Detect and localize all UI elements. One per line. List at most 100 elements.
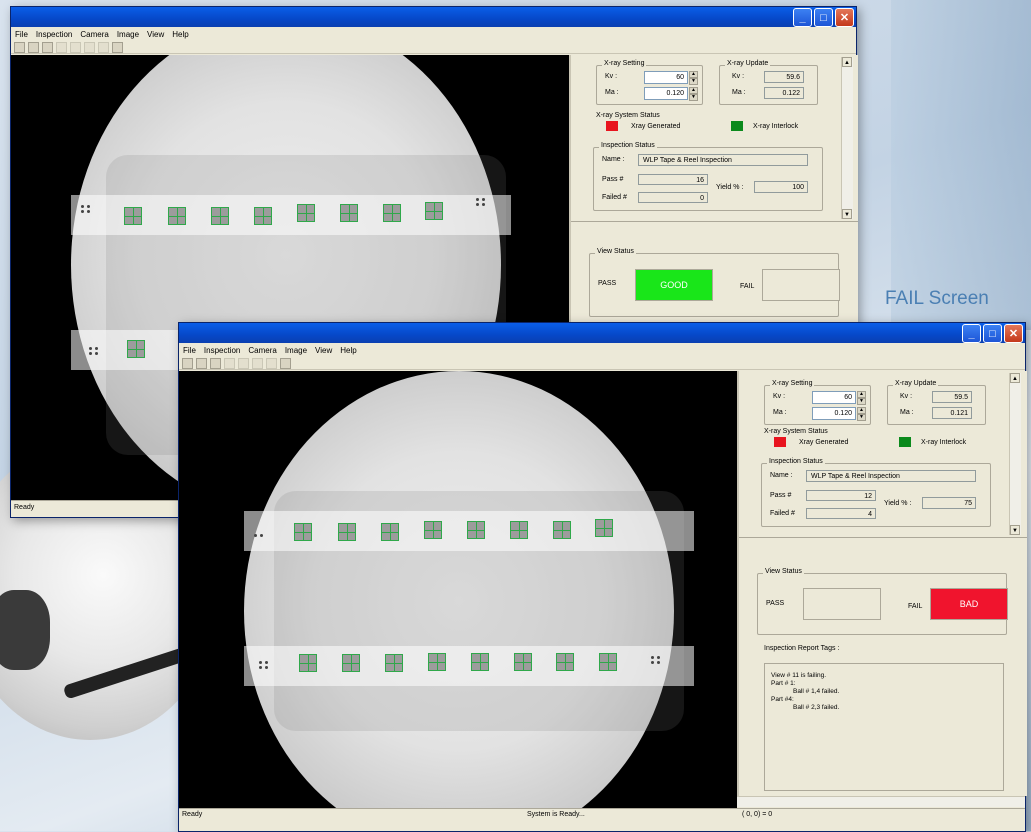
panel-horizontal-scrollbar[interactable]	[737, 796, 1025, 807]
xray-update-group: X-ray Update Kv : 59.6 Ma : 0.122	[719, 60, 818, 105]
inspection-status-group: Inspection Status Name : WLP Tape & Reel…	[593, 142, 823, 211]
sprocket-holes	[651, 656, 661, 664]
scroll-down-icon[interactable]: ▼	[842, 209, 852, 219]
sprocket-holes	[81, 205, 91, 213]
part-chip	[381, 523, 399, 541]
menu-inspection[interactable]: Inspection	[36, 30, 72, 39]
kv-label: Kv :	[900, 393, 913, 400]
panel-scrollbar[interactable]: ▲ ▼	[841, 57, 853, 219]
xray-image-view[interactable]	[179, 371, 737, 808]
report-line: Ball # 1,4 failed.	[793, 688, 840, 695]
cut-icon[interactable]	[56, 41, 67, 53]
report-line: View # 11 is failing.	[771, 672, 827, 679]
spin-up-icon[interactable]: ▲	[857, 407, 866, 414]
status-message: System is Ready...	[527, 811, 585, 818]
open-folder-icon[interactable]	[196, 357, 207, 369]
menu-image[interactable]: Image	[117, 30, 139, 39]
close-button[interactable]: ✕	[1004, 324, 1023, 343]
sprocket-holes	[89, 347, 99, 355]
part-chip	[299, 654, 317, 672]
part-chip	[254, 207, 272, 225]
ma-spinner[interactable]: ▲ ▼	[857, 407, 866, 421]
menu-view[interactable]: View	[147, 30, 164, 39]
ma-spinner[interactable]: ▲ ▼	[689, 87, 698, 101]
new-file-icon[interactable]	[182, 357, 193, 369]
menu-file[interactable]: File	[15, 30, 28, 39]
toolbar	[179, 357, 1025, 370]
menu-file[interactable]: File	[183, 346, 196, 355]
paste-icon[interactable]	[84, 41, 95, 53]
fail-status-box	[762, 269, 840, 301]
spin-down-icon[interactable]: ▼	[857, 398, 866, 405]
menu-view[interactable]: View	[315, 346, 332, 355]
help-icon[interactable]	[112, 41, 123, 53]
scroll-up-icon[interactable]: ▲	[1010, 373, 1020, 383]
copy-icon[interactable]	[70, 41, 81, 53]
print-icon[interactable]	[266, 357, 277, 369]
cut-icon[interactable]	[224, 357, 235, 369]
menu-camera[interactable]: Camera	[248, 346, 276, 355]
kv-setting-input[interactable]: 60	[812, 391, 856, 404]
save-icon[interactable]	[210, 357, 221, 369]
maximize-button[interactable]: □	[983, 324, 1002, 343]
ma-label: Ma :	[605, 89, 619, 96]
menu-bar: File Inspection Camera Image View Help	[179, 343, 1025, 357]
print-icon[interactable]	[98, 41, 109, 53]
ma-setting-input[interactable]: 0.120	[644, 87, 688, 100]
save-icon[interactable]	[42, 41, 53, 53]
spin-up-icon[interactable]: ▲	[689, 87, 698, 94]
close-button[interactable]: ✕	[835, 8, 854, 27]
open-folder-icon[interactable]	[28, 41, 39, 53]
new-file-icon[interactable]	[14, 41, 25, 53]
maximize-button[interactable]: □	[814, 8, 833, 27]
ma-label: Ma :	[732, 89, 746, 96]
help-icon[interactable]	[280, 357, 291, 369]
part-chip	[599, 653, 617, 671]
status-bar: Ready System is Ready... ( 0, 0) = 0	[179, 808, 1025, 831]
spin-up-icon[interactable]: ▲	[689, 71, 698, 78]
paste-icon[interactable]	[252, 357, 263, 369]
part-chip	[338, 523, 356, 541]
minimize-button[interactable]: _	[793, 8, 812, 27]
fail-label: FAIL	[908, 603, 923, 610]
kv-label: Kv :	[732, 73, 745, 80]
spin-down-icon[interactable]: ▼	[689, 78, 698, 85]
minimize-button[interactable]: _	[962, 324, 981, 343]
scroll-down-icon[interactable]: ▼	[1010, 525, 1020, 535]
ma-setting-input[interactable]: 0.120	[812, 407, 856, 420]
group-title: X-ray Update	[725, 60, 771, 67]
inspection-report-box: View # 11 is failing. Part # 1: Ball # 1…	[764, 663, 1004, 791]
scroll-up-icon[interactable]: ▲	[842, 57, 852, 67]
menu-camera[interactable]: Camera	[80, 30, 108, 39]
report-line: Ball # 2,3 failed.	[793, 704, 840, 711]
title-bar[interactable]: _ □ ✕	[11, 7, 856, 27]
group-title: X-ray Update	[893, 380, 939, 387]
xray-interlock-label: X-ray Interlock	[921, 439, 967, 446]
kv-spinner[interactable]: ▲ ▼	[857, 391, 866, 405]
part-chip	[342, 654, 360, 672]
fail-status-box: BAD	[930, 588, 1008, 620]
pass-count-field: 16	[638, 174, 708, 185]
menu-image[interactable]: Image	[285, 346, 307, 355]
kv-setting-input[interactable]: 60	[644, 71, 688, 84]
panel-scrollbar[interactable]: ▲ ▼	[1009, 373, 1021, 535]
menu-help[interactable]: Help	[172, 30, 188, 39]
kv-spinner[interactable]: ▲ ▼	[689, 71, 698, 85]
spin-up-icon[interactable]: ▲	[857, 391, 866, 398]
divider	[571, 221, 858, 222]
spin-down-icon[interactable]: ▼	[689, 94, 698, 101]
spin-down-icon[interactable]: ▼	[857, 414, 866, 421]
copy-icon[interactable]	[238, 357, 249, 369]
inspection-status-group: Inspection Status Name : WLP Tape & Reel…	[761, 458, 991, 527]
fail-screen-caption: FAIL Screen	[885, 288, 989, 309]
pass-count-label: Pass #	[770, 492, 792, 499]
menu-help[interactable]: Help	[340, 346, 356, 355]
xray-generated-label: Xray Generated	[631, 123, 681, 130]
part-chip	[553, 521, 571, 539]
title-bar[interactable]: _ □ ✕	[179, 323, 1025, 343]
ma-label: Ma :	[900, 409, 914, 416]
part-chip	[297, 204, 315, 222]
menu-bar: File Inspection Camera Image View Help	[11, 27, 856, 41]
menu-inspection[interactable]: Inspection	[204, 346, 240, 355]
xray-setting-group: X-ray Setting Kv : 60 ▲ ▼ Ma : 0.120 ▲ ▼	[596, 60, 703, 105]
